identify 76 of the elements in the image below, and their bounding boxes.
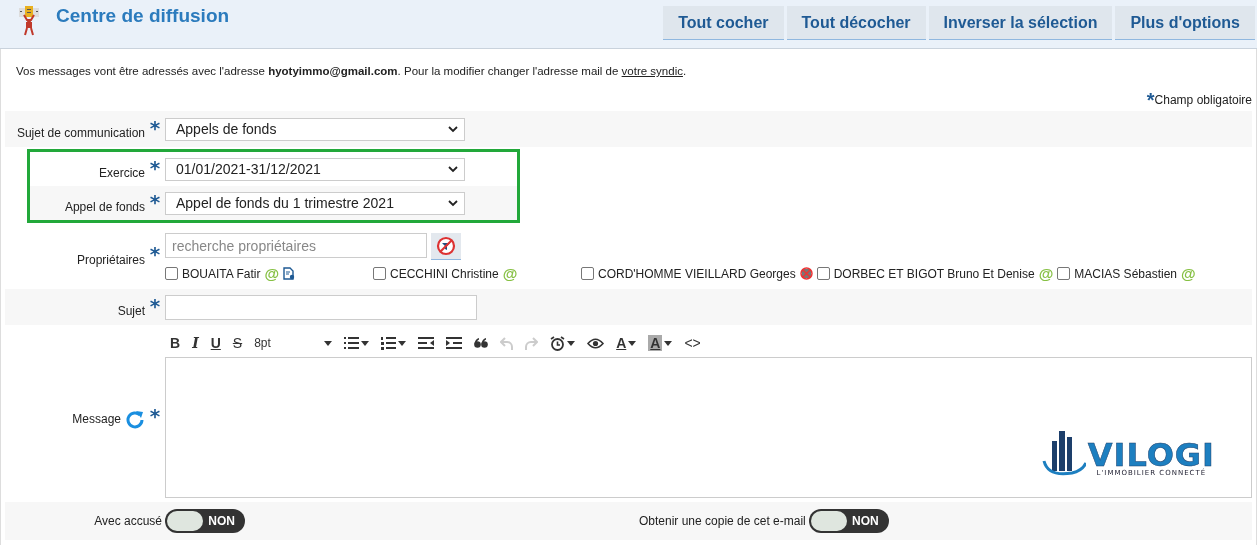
caret-down-icon xyxy=(567,340,576,346)
page-title: Centre de diffusion xyxy=(56,5,230,27)
select-field[interactable]: 01/01/2021-31/12/2021 xyxy=(165,157,465,181)
field-label: Appel de fonds xyxy=(63,199,145,214)
required-mark: * xyxy=(149,115,161,140)
source-code-button[interactable]: <> xyxy=(679,331,706,355)
checkbox[interactable] xyxy=(1057,267,1071,280)
bullet-list-icon xyxy=(344,337,360,349)
undo-icon xyxy=(500,336,514,350)
text-color-button[interactable]: A xyxy=(611,331,642,355)
select-field[interactable]: Appels de fonds xyxy=(165,117,465,141)
italic-button[interactable]: I xyxy=(187,331,204,355)
required-mark: * xyxy=(149,155,161,180)
subject-field[interactable] xyxy=(165,294,477,320)
caret-down-icon xyxy=(324,340,333,346)
indent-icon xyxy=(446,337,463,349)
chevron-down-icon xyxy=(448,165,458,173)
clear-filter-button[interactable] xyxy=(431,233,461,260)
toolbar-button[interactable]: Tout décocher xyxy=(786,6,926,40)
field-label: Exercice xyxy=(98,165,145,180)
caret-down-icon xyxy=(361,340,370,346)
chevron-down-icon xyxy=(448,125,458,133)
eye-icon xyxy=(587,337,605,349)
checkbox[interactable] xyxy=(581,267,594,280)
caret-down-icon xyxy=(664,340,673,346)
quote-icon xyxy=(474,338,489,348)
field-label: Message xyxy=(72,412,121,426)
required-mark: * xyxy=(149,189,161,214)
email-mark: @ xyxy=(1181,265,1196,282)
highlight-color-button[interactable]: A xyxy=(643,331,678,355)
toolbar-button[interactable]: Inverser la sélection xyxy=(928,6,1113,40)
outdent-icon xyxy=(418,337,435,349)
checkbox[interactable] xyxy=(373,267,386,280)
caret-down-icon xyxy=(628,340,637,346)
toggle-label: Obtenir une copie de cet e-mail xyxy=(639,514,806,528)
field-label: Sujet de communication xyxy=(15,125,145,140)
caret-down-icon xyxy=(398,340,407,346)
required-mark: * xyxy=(149,293,161,318)
toggle-switch[interactable]: NON xyxy=(808,509,889,533)
alarm-clock-icon xyxy=(550,335,566,351)
bold-button[interactable]: B xyxy=(165,331,186,355)
person-holding-building-icon xyxy=(18,6,40,36)
toolbar-button[interactable]: Plus d'options xyxy=(1115,6,1255,40)
underline-button[interactable]: U xyxy=(205,331,226,355)
info-text: Vos messages vont être adressés avec l'adresse hyotyimmo@gmail.com. Pour la modifier changer l'adresse mail de votre syndic. xyxy=(16,65,687,77)
font-size-dropdown[interactable]: 8pt xyxy=(249,331,338,355)
logo-name: VILOGI xyxy=(1087,441,1215,469)
owner-name: MACIAS Sébastien xyxy=(1074,266,1177,281)
required-mark: * xyxy=(149,242,161,266)
toggle-switch[interactable]: NON xyxy=(165,509,245,533)
select-field[interactable]: Appel de fonds du 1 trimestre 2021 xyxy=(165,191,465,215)
required-note: Champ obligatoire xyxy=(1154,93,1252,107)
owner-name: CECCHINI Christine xyxy=(390,266,499,281)
owner-name: DORBEC ET BIGOT Bruno Et Denise xyxy=(833,266,1035,281)
strikethrough-button[interactable]: S xyxy=(227,331,248,355)
owner-name: BOUAITA Fatir xyxy=(182,266,261,281)
toggle-label: Avec accusé xyxy=(94,514,162,528)
numbered-list-icon xyxy=(381,336,397,350)
checkbox[interactable] xyxy=(816,267,830,280)
syndic-link[interactable]: votre syndic xyxy=(621,65,683,77)
checkbox[interactable] xyxy=(165,267,178,280)
toolbar-button[interactable]: Tout cocher xyxy=(663,6,784,40)
chevron-down-icon xyxy=(448,199,458,207)
email-mark: @ xyxy=(1038,265,1054,282)
owner-search-field[interactable]: recherche propriétaires xyxy=(165,233,427,258)
no-email-icon xyxy=(799,267,813,280)
required-mark: * xyxy=(1146,93,1155,107)
document-icon xyxy=(283,267,296,280)
owner-name: CORD'HOMME VIEILLARD Georges xyxy=(598,266,796,281)
field-label: Propriétaires xyxy=(75,252,145,267)
refresh-icon[interactable] xyxy=(125,409,145,429)
field-label: Sujet xyxy=(116,303,145,318)
email-mark: @ xyxy=(264,265,280,282)
email-mark: @ xyxy=(502,265,518,282)
required-mark: * xyxy=(149,404,161,428)
redo-icon xyxy=(525,336,539,350)
